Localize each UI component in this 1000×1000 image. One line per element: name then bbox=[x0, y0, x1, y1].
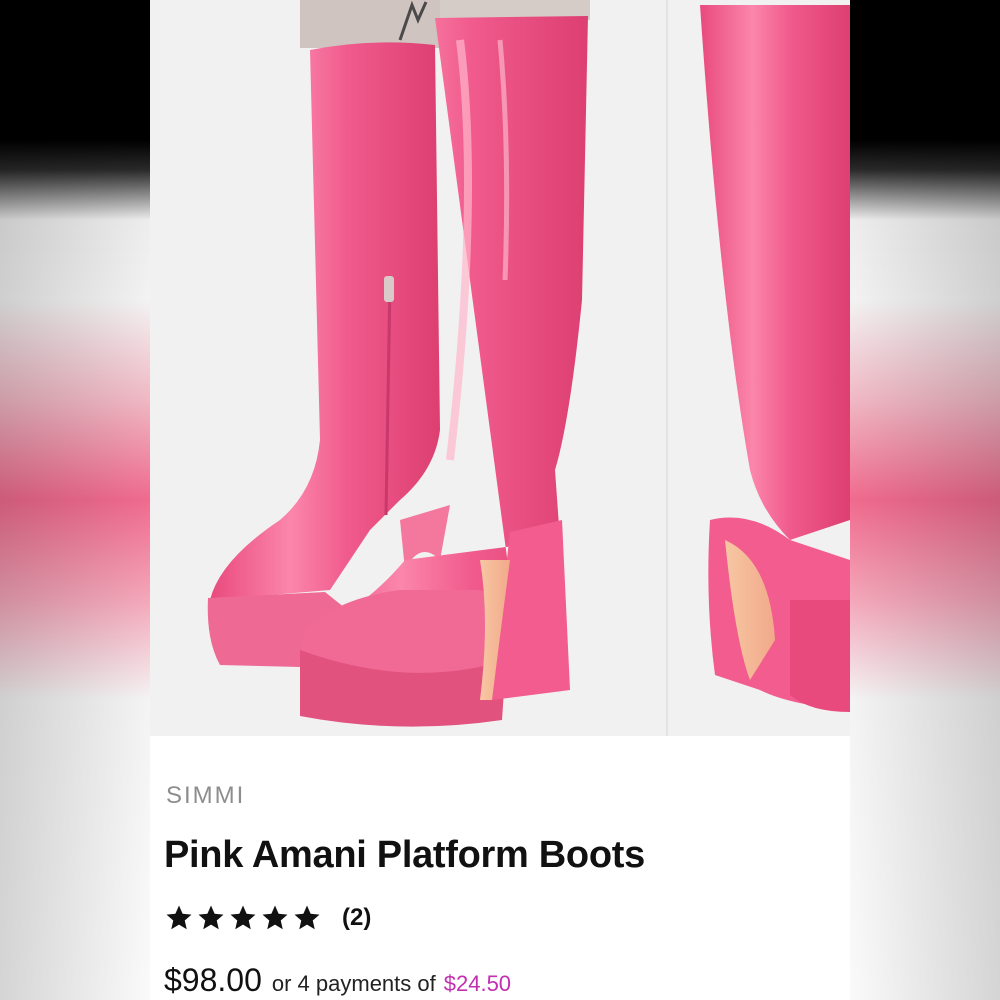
star-icon bbox=[294, 905, 320, 930]
installment-text: or 4 payments of bbox=[271, 971, 436, 996]
product-title[interactable]: Pink Amani Platform Boots bbox=[164, 834, 645, 877]
star-icon bbox=[262, 905, 288, 930]
price-row: $98.00 or 4 payments of $24.50 bbox=[164, 962, 511, 999]
rating[interactable]: (2) bbox=[164, 898, 371, 938]
product-card[interactable]: SIMMI Pink Amani Platform Boots (2) $98.… bbox=[150, 0, 850, 1000]
star-rating bbox=[164, 903, 322, 933]
image-divider bbox=[666, 0, 668, 736]
blurred-backdrop-left bbox=[0, 0, 150, 1000]
price: $98.00 bbox=[164, 962, 262, 998]
star-icon bbox=[198, 905, 224, 930]
product-image[interactable] bbox=[150, 0, 850, 736]
blurred-backdrop-right bbox=[850, 0, 1000, 1000]
brand-name[interactable]: SIMMI bbox=[166, 782, 245, 810]
boots-photo-icon bbox=[207, 0, 850, 727]
star-icon bbox=[230, 905, 256, 930]
installment-amount[interactable]: $24.50 bbox=[444, 971, 511, 997]
review-count[interactable]: (2) bbox=[342, 904, 371, 932]
star-icon bbox=[166, 905, 192, 930]
